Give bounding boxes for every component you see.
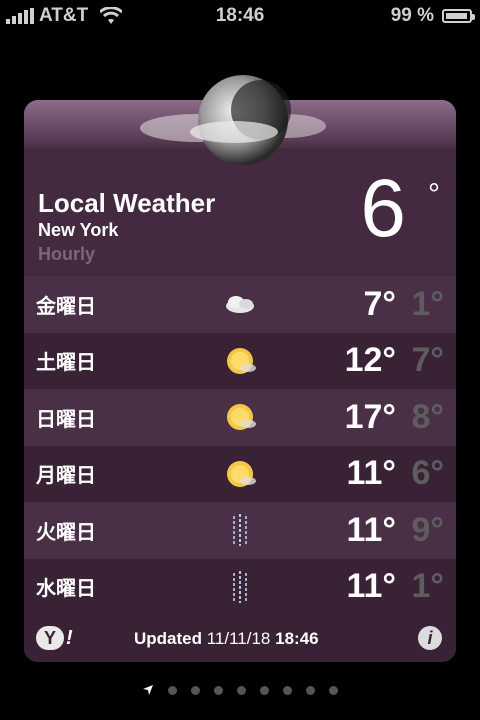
battery-percentage: 99 % (390, 5, 434, 26)
updated-date: 11/11/18 (206, 629, 271, 648)
forecast-row: 日曜日 17° 8° (24, 389, 456, 446)
forecast-day: 土曜日 (36, 352, 96, 375)
forecast-day: 金曜日 (36, 295, 96, 318)
forecast-row: 月曜日 11° 6° (24, 445, 456, 502)
forecast-low: 9° (411, 510, 444, 549)
forecast-low: 6° (411, 454, 444, 493)
forecast-high: 12° (344, 341, 396, 380)
forecast-low: 7° (411, 341, 444, 380)
sunny-icon (227, 460, 256, 487)
weather-card: Local Weather New York Hourly 6 ° 金曜日 7°… (24, 100, 456, 662)
battery-icon (442, 9, 475, 23)
page-dot[interactable] (306, 685, 315, 695)
forecast-low: 1° (411, 567, 444, 606)
forecast-high: 11° (346, 454, 396, 493)
degree-symbol: ° (428, 178, 440, 211)
yahoo-logo[interactable]: Y ! (36, 626, 73, 650)
current-temperature: 6 (360, 163, 406, 254)
page-dot[interactable] (237, 685, 246, 695)
updated-time: 18:46 (275, 629, 319, 648)
forecast-high: 11° (346, 567, 396, 606)
location-arrow-icon[interactable] (142, 684, 154, 696)
forecast-row: 火曜日 11° 9° (24, 502, 456, 559)
page-indicator (0, 684, 480, 696)
forecast-row: 土曜日 12° 7° (24, 332, 456, 389)
partly-cloudy-night-icon (226, 296, 254, 313)
updated-text: Updated 11/11/18 18:46 (134, 629, 319, 649)
forecast-high: 7° (363, 284, 396, 323)
page-dot[interactable] (329, 685, 338, 695)
forecast-high: 17° (344, 397, 396, 436)
status-bar: AT&T 18:46 99 % (0, 0, 480, 32)
rain-icon (233, 514, 247, 546)
page-dot[interactable] (168, 685, 177, 695)
page-dot[interactable] (283, 685, 292, 695)
status-right: 99 % (390, 5, 475, 27)
widget-title: Local Weather (38, 188, 216, 218)
forecast-day: 月曜日 (36, 465, 96, 488)
rain-icon (233, 570, 247, 603)
page-dot[interactable] (191, 685, 200, 695)
city-name: New York (38, 220, 119, 240)
forecast-row: 金曜日 7° 1° (24, 276, 456, 333)
yahoo-y-icon: Y (36, 626, 64, 650)
moon-clouds-icon (140, 75, 326, 165)
yahoo-exclamation: ! (66, 626, 73, 649)
forecast-day: 日曜日 (36, 408, 96, 431)
sunny-icon (227, 404, 256, 430)
page-dot[interactable] (214, 685, 223, 695)
forecast-day: 火曜日 (36, 521, 96, 544)
forecast-mode-label[interactable]: Hourly (38, 244, 95, 265)
updated-label: Updated (134, 629, 202, 648)
card-footer: Y ! Updated 11/11/18 18:46 i (24, 614, 456, 662)
forecast-day: 水曜日 (36, 578, 96, 601)
forecast-low: 1° (411, 284, 444, 323)
sunny-icon (227, 347, 256, 374)
page-dot[interactable] (260, 685, 269, 695)
forecast-row: 水曜日 11° 1° (24, 558, 456, 615)
forecast-high: 11° (346, 510, 396, 549)
forecast-list: 金曜日 7° 1° 土曜日 12° 7° 日曜日 17° 8° 月曜日 11° … (24, 276, 456, 615)
forecast-low: 8° (411, 397, 444, 436)
info-button[interactable]: i (418, 626, 442, 650)
